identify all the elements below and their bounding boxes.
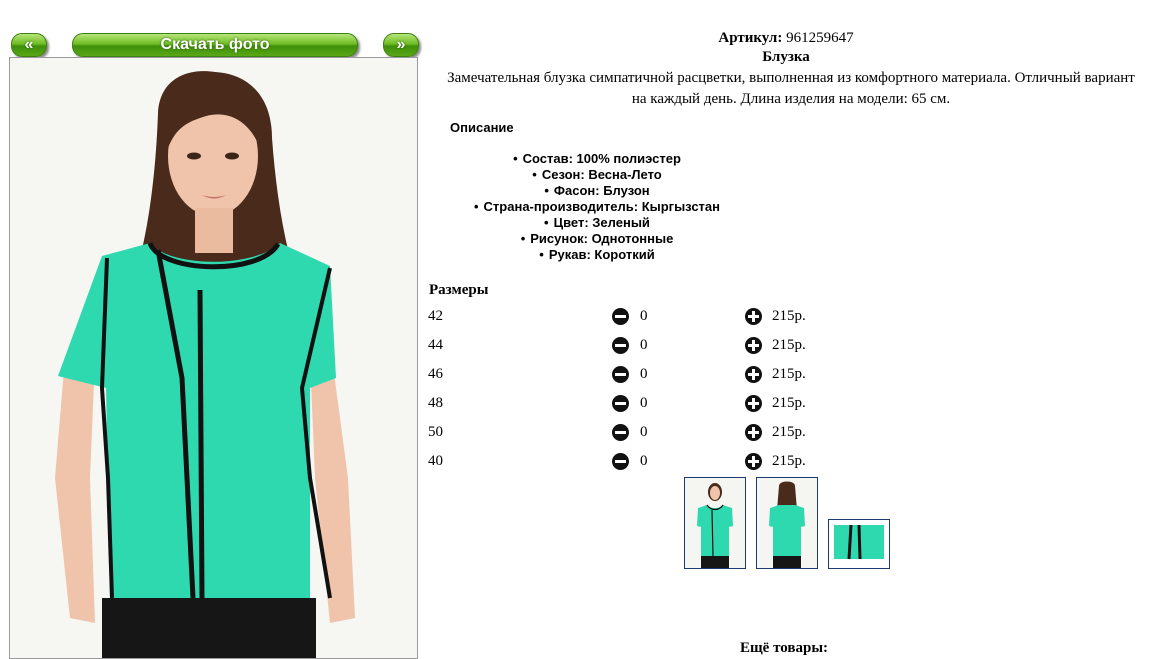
sku-line: Артикул: 961259647 [430,28,1142,48]
size-label: 46 [428,366,443,382]
download-photo-button[interactable]: Скачать фото [72,33,358,57]
property-item: • Состав: 100% полиэстер [513,151,681,166]
quantity-value: 0 [640,395,648,411]
price-value: 215р. [772,395,806,411]
sku-label: Артикул: [718,30,783,46]
quantity-value: 0 [640,453,648,469]
price-value: 215р. [772,308,806,324]
quantity-value: 0 [640,366,648,382]
property-item: • Страна-производитель: Кыргызстан [473,199,721,214]
prev-photo-button[interactable]: « [11,33,47,57]
property-item: • Рисунок: Однотонные [520,231,674,246]
thumbnail-back[interactable] [756,477,818,569]
product-description: Замечательная блузка симпатичной расцвет… [447,70,1135,107]
size-label: 50 [428,424,443,440]
size-label: 44 [428,337,443,353]
minus-circle-icon[interactable] [612,424,629,441]
size-row: 40 0 215р. [0,453,1152,475]
minus-circle-icon[interactable] [612,366,629,383]
plus-circle-icon[interactable] [745,308,762,325]
minus-circle-icon[interactable] [612,308,629,325]
property-item: • Рукав: Короткий [539,247,655,262]
sku-value: 961259647 [786,30,854,46]
next-photo-button[interactable]: » [383,33,419,57]
plus-circle-icon[interactable] [745,337,762,354]
price-value: 215р. [772,424,806,440]
plus-circle-icon[interactable] [745,453,762,470]
size-row: 44 0 215р. [0,337,1152,359]
description-heading: Описание [450,120,514,135]
product-name: Блузка [762,49,810,65]
quantity-value: 0 [640,308,648,324]
quantity-value: 0 [640,424,648,440]
price-value: 215р. [772,453,806,469]
size-label: 40 [428,453,443,469]
sizes-heading: Размеры [429,282,489,298]
property-item: • Цвет: Зеленый [544,215,650,230]
plus-circle-icon[interactable] [745,424,762,441]
thumbnail-front[interactable] [684,477,746,569]
properties-list: • Состав: 100% полиэстер • Сезон: Весна-Ле… [432,151,762,263]
size-label: 42 [428,308,443,324]
quantity-value: 0 [640,337,648,353]
price-value: 215р. [772,337,806,353]
size-label: 48 [428,395,443,411]
size-row: 42 0 215р. [0,308,1152,330]
plus-circle-icon[interactable] [745,366,762,383]
property-item: • Фасон: Блузон [544,183,650,198]
minus-circle-icon[interactable] [612,395,629,412]
size-row: 50 0 215р. [0,424,1152,446]
minus-circle-icon[interactable] [612,453,629,470]
property-item: • Сезон: Весна-Лето [532,167,662,182]
price-value: 215р. [772,366,806,382]
size-row: 48 0 215р. [0,395,1152,417]
size-row: 46 0 215р. [0,366,1152,388]
minus-circle-icon[interactable] [612,337,629,354]
plus-circle-icon[interactable] [745,395,762,412]
product-info: Артикул: 961259647 Блузка Замечательная … [430,28,1142,110]
thumbnail-detail[interactable] [828,519,890,569]
more-goods-heading: Ещё товары: [740,640,829,656]
